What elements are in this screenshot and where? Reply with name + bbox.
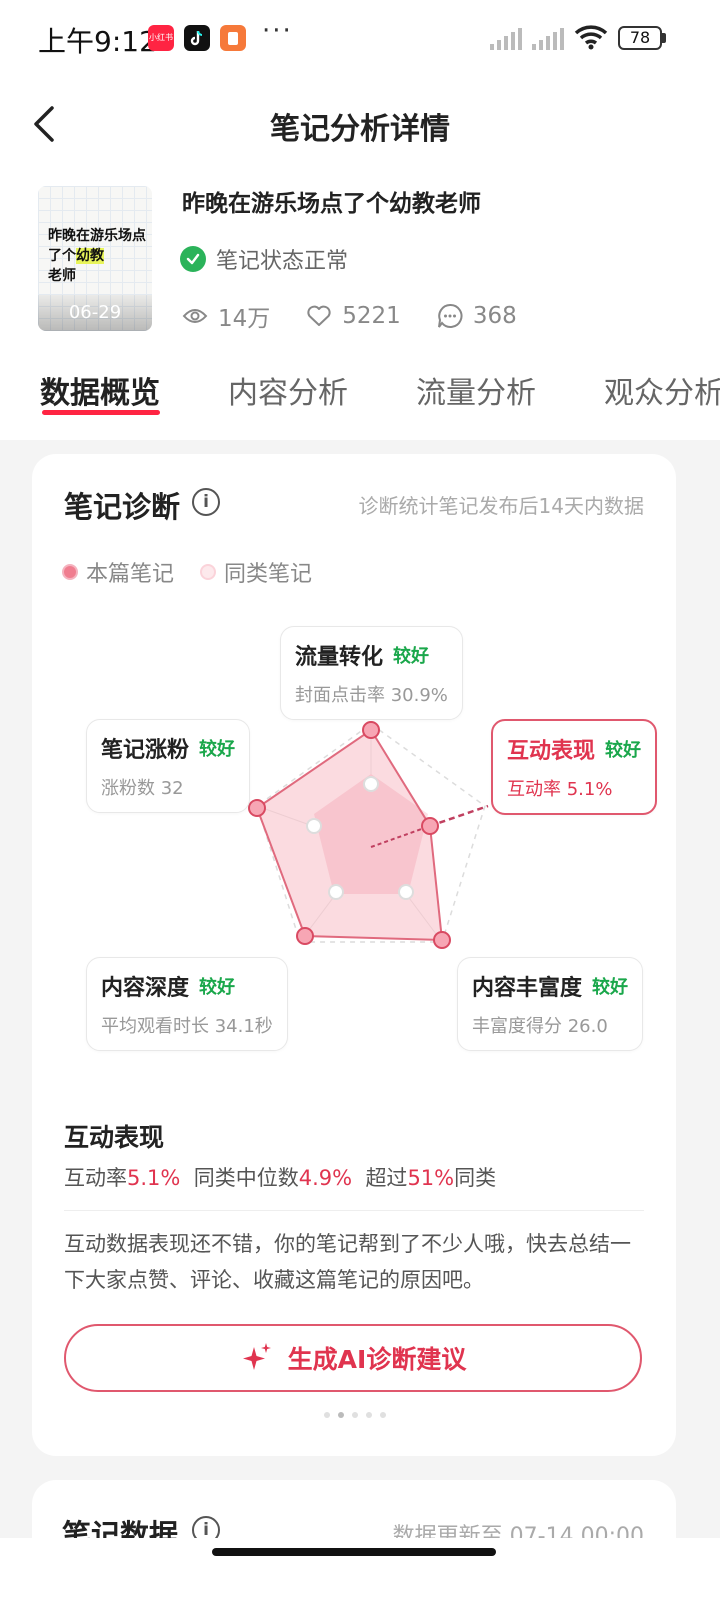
interaction-summary: 互动率5.1% 同类中位数4.9% 超过51%同类: [64, 1166, 497, 1190]
pager-dot: [380, 1412, 386, 1418]
diagnosis-description: 互动数据表现还不错，你的笔记帮到了不少人哦，快去总结一下大家点赞、评论、收藏这篇…: [64, 1232, 631, 1292]
this-point-interaction: [421, 817, 439, 835]
interaction-connector: [429, 804, 489, 828]
similar-point-traffic: [363, 776, 379, 792]
orange-app-icon: [220, 25, 246, 51]
eye-icon: [182, 309, 208, 323]
heart-icon: [307, 305, 331, 326]
generate-ai-advice-button[interactable]: 生成AI诊断建议: [64, 1324, 642, 1392]
metric-richness-value: 丰富度得分 26.0: [472, 1016, 608, 1037]
note-thumbnail[interactable]: 昨晚在游乐场点了个幼教 老师 06-29: [38, 186, 152, 331]
metric-traffic-name: 流量转化: [295, 645, 384, 670]
tab-traffic-analysis[interactable]: 流量分析: [416, 368, 536, 412]
wifi-icon: [574, 25, 608, 50]
metric-followers-tag: 较好: [199, 739, 236, 760]
signal-icon: [490, 28, 522, 50]
likes-stat: 5221: [306, 303, 401, 329]
similar-point-depth: [328, 884, 344, 900]
this-point-followers: [248, 799, 266, 817]
metric-interaction[interactable]: 互动表现 较好 互动率 5.1%: [491, 719, 658, 815]
check-circle-icon: [180, 246, 206, 272]
similar-point-richness: [398, 884, 414, 900]
metric-depth[interactable]: 内容深度 较好 平均观看时长 34.1秒: [86, 957, 288, 1051]
thumbnail-date: 06-29: [38, 295, 152, 331]
battery-tip: [662, 33, 666, 43]
signal-icon-2: [532, 28, 564, 50]
note-status-text: 笔记状态正常: [216, 249, 349, 274]
divider: [64, 1210, 644, 1211]
metric-traffic[interactable]: 流量转化 较好 封面点击率 30.9%: [280, 626, 463, 720]
metric-followers[interactable]: 笔记涨粉 较好 涨粉数 32: [86, 719, 251, 813]
metric-richness[interactable]: 内容丰富度 较好 丰富度得分 26.0: [457, 957, 644, 1051]
metric-followers-value: 涨粉数 32: [101, 778, 184, 799]
metric-interaction-name: 互动表现: [507, 739, 596, 764]
pager-dot: [352, 1412, 358, 1418]
sparkle-icon: [242, 1343, 271, 1370]
status-time: 上午9:12: [38, 25, 157, 58]
thumbnail-text: 昨晚在游乐场点了个幼教 老师: [48, 228, 146, 284]
similar-point-followers: [306, 818, 322, 834]
tab-content-analysis[interactable]: 内容分析: [228, 368, 348, 412]
note-stats: 14万 5221 368: [182, 300, 553, 332]
pager-dot: [366, 1412, 372, 1418]
tab-overview[interactable]: 数据概览: [40, 368, 160, 412]
metric-richness-name: 内容丰富度: [472, 976, 583, 1001]
tab-audience-analysis[interactable]: 观众分析: [604, 368, 720, 412]
views-count: 14万: [218, 306, 271, 332]
metric-richness-tag: 较好: [592, 977, 629, 998]
comment-icon: [437, 303, 463, 328]
metric-interaction-tag: 较好: [605, 740, 642, 761]
home-indicator[interactable]: [212, 1548, 496, 1556]
metric-traffic-tag: 较好: [393, 646, 430, 667]
carousel-pager: [320, 1412, 390, 1418]
metric-traffic-value: 封面点击率 30.9%: [295, 685, 448, 706]
this-point-depth: [296, 927, 314, 945]
generate-ai-advice-label: 生成AI诊断建议: [287, 1345, 467, 1374]
metric-interaction-value: 互动率 5.1%: [507, 779, 613, 800]
battery-indicator: 78: [618, 26, 662, 50]
metric-depth-value: 平均观看时长 34.1秒: [101, 1016, 273, 1037]
this-point-richness: [433, 931, 451, 949]
more-notifications-icon: ···: [262, 16, 293, 46]
pager-dot-active: [338, 1412, 344, 1418]
tiktok-icon: [184, 25, 210, 51]
interaction-section-title: 互动表现: [64, 1123, 165, 1152]
tab-indicator: [42, 410, 160, 415]
metric-depth-name: 内容深度: [101, 976, 190, 1001]
pager-dot: [324, 1412, 330, 1418]
comments-count: 368: [472, 303, 517, 329]
metric-followers-name: 笔记涨粉: [101, 738, 190, 763]
this-point-traffic: [362, 721, 380, 739]
note-title[interactable]: 昨晚在游乐场点了个幼教老师: [182, 184, 481, 218]
status-bar: 上午9:12 小红书 ··· 78: [0, 0, 720, 76]
views-stat: 14万: [182, 299, 270, 333]
note-status: 笔记状态正常: [180, 244, 348, 274]
xiaohongshu-icon: 小红书: [148, 25, 174, 51]
likes-count: 5221: [342, 303, 401, 329]
comments-stat: 368: [437, 303, 517, 329]
this-note-polygon: [255, 728, 444, 942]
metric-depth-tag: 较好: [199, 977, 236, 998]
diagnosis-card: 笔记诊断 i 诊断统计笔记发布后14天内数据 本篇笔记 同类笔记 流量转化 较好…: [32, 454, 676, 1456]
page-title: 笔记分析详情: [270, 112, 450, 147]
